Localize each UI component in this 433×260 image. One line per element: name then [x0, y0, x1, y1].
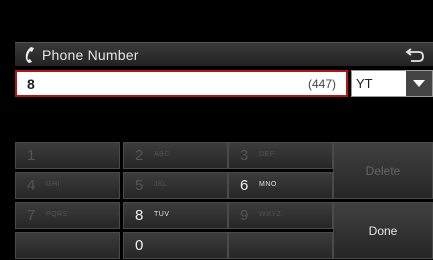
page-title: Phone Number [42, 47, 139, 63]
key-digit: 9 [240, 207, 249, 224]
country-value: YT [356, 76, 373, 91]
triangle-down-icon [413, 80, 425, 87]
country-select[interactable]: YT [351, 70, 433, 97]
phone-number-value: 8 [27, 76, 35, 92]
key-letters: GHI [46, 181, 60, 188]
key-letters: ABC [154, 151, 170, 158]
keypad-key-11[interactable]: 0 [123, 232, 228, 259]
delete-label: Delete [365, 164, 401, 178]
key-letters: DEF [259, 151, 275, 158]
key-digit: 7 [27, 207, 36, 224]
back-arrow-icon[interactable] [405, 47, 425, 63]
phone-icon [25, 47, 34, 63]
keypad-key-6[interactable]: 6 MNO [228, 172, 333, 199]
key-digit: 4 [27, 177, 36, 194]
key-digit: 1 [27, 147, 36, 164]
key-digit: 8 [135, 207, 144, 224]
keypad-key-8[interactable]: 8 TUV [123, 202, 228, 229]
keypad-key-10[interactable] [15, 232, 120, 259]
phone-number-input[interactable]: 8 (447) [15, 70, 348, 97]
key-letters: JKL [154, 181, 168, 188]
keypad-key-2[interactable]: 2 ABC [123, 142, 228, 169]
keypad-key-5[interactable]: 5 JKL [123, 172, 228, 199]
keypad-key-1[interactable]: 1 [15, 142, 120, 169]
key-digit: 3 [240, 147, 249, 164]
key-digit: 2 [135, 147, 144, 164]
title-bar: Phone Number [15, 42, 433, 66]
key-letters: WXYZ [259, 211, 282, 218]
done-label: Done [368, 224, 398, 238]
key-letters: TUV [154, 211, 170, 218]
keypad-key-7[interactable]: 7 PQRS [15, 202, 120, 229]
key-digit: 5 [135, 177, 144, 194]
remaining-count: (447) [307, 77, 336, 91]
keypad-key-3[interactable]: 3 DEF [228, 142, 333, 169]
key-letters: MNO [259, 181, 277, 188]
keypad-key-9[interactable]: 9 WXYZ [228, 202, 333, 229]
dropdown-button[interactable] [406, 71, 432, 96]
keypad-key-12[interactable] [228, 232, 333, 259]
key-digit: 0 [135, 237, 144, 254]
keypad-key-4[interactable]: 4 GHI [15, 172, 120, 199]
key-letters: PQRS [46, 211, 68, 218]
done-button[interactable]: Done [333, 202, 433, 259]
delete-button[interactable]: Delete [333, 142, 433, 199]
key-digit: 6 [240, 177, 249, 194]
